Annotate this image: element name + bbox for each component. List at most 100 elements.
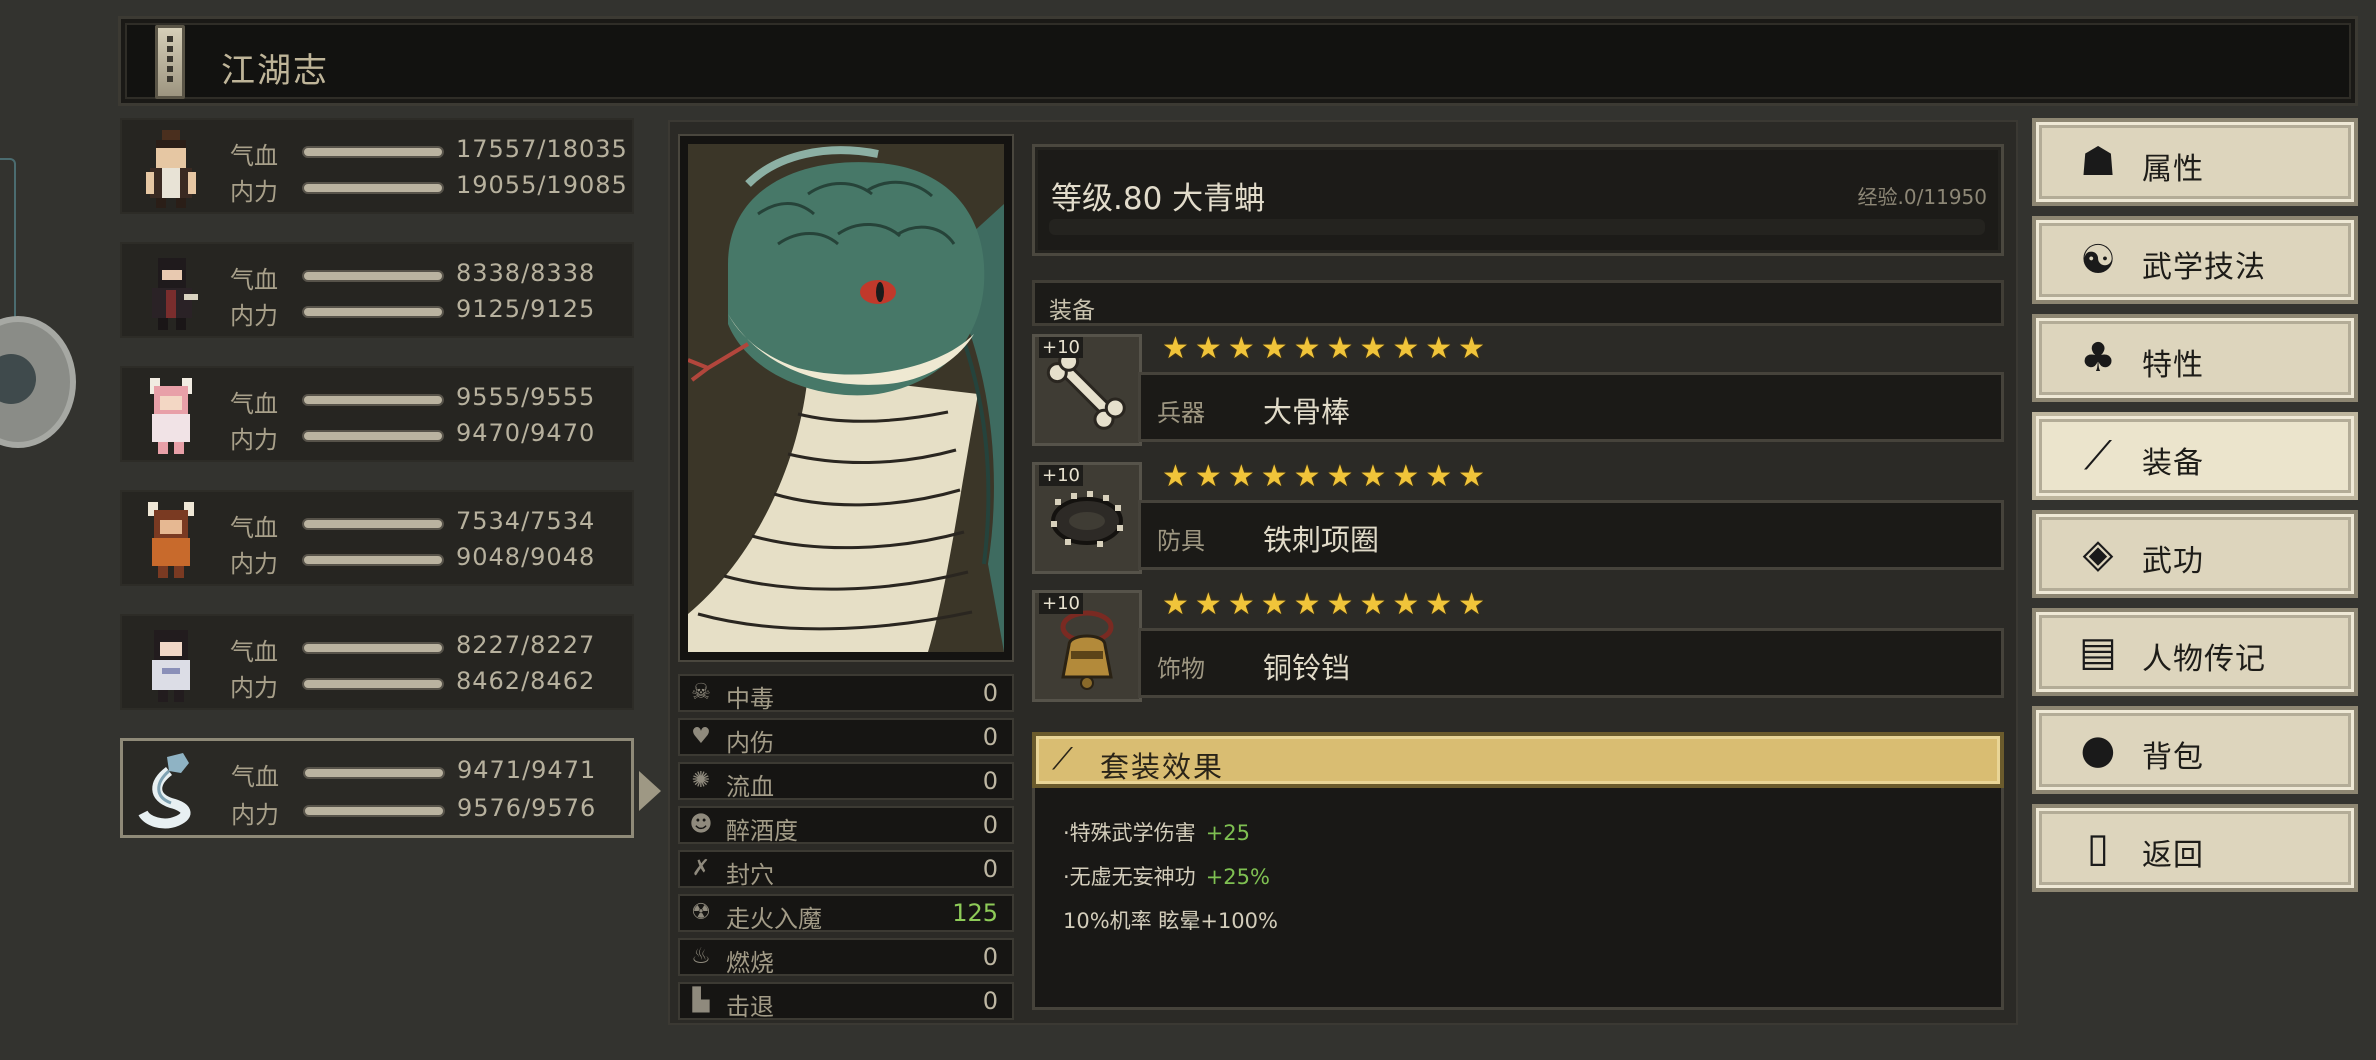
bronze-bell-icon[interactable]: +10: [1032, 590, 1142, 702]
window-title: 江湖志: [221, 51, 329, 91]
menu-martial-arts-button[interactable]: ☯ 武学技法: [2032, 216, 2358, 304]
door-icon: ▯: [2086, 825, 2109, 871]
party-member[interactable]: 气血 17557/18035 内力 19055/19085: [120, 118, 634, 214]
equipment-slot-accessory[interactable]: +10 ★ ★ ★ ★ ★ ★ ★ ★ ★ ★ 饰物 铜铃铛: [1032, 590, 2004, 710]
item-namebar[interactable]: 防具 铁刺项圈: [1138, 500, 2004, 570]
enhance-level: +10: [1039, 465, 1083, 486]
party-member[interactable]: 气血 7534/7534 内力 9048/9048: [120, 490, 634, 586]
star-icon: ★: [1162, 331, 1189, 366]
edge-decoration: [0, 158, 16, 328]
party-member-selected[interactable]: 气血 9471/9471 内力 9576/9576: [120, 738, 661, 838]
hp-bar: [303, 767, 445, 779]
status-name: 燃烧: [726, 949, 774, 977]
hp-stat: 气血 8338/8338: [230, 259, 630, 294]
exp-bar: [1049, 219, 1985, 235]
status-value: 0: [982, 987, 998, 1015]
status-value: 0: [982, 943, 998, 971]
star-icon: ★: [1293, 587, 1321, 622]
mp-stat: 内力 9470/9470: [230, 419, 630, 454]
enhance-level: +10: [1039, 593, 1083, 614]
mp-label: 内力: [230, 302, 278, 330]
item-namebar[interactable]: 兵器 大骨棒: [1138, 372, 2004, 442]
status-name: 醉酒度: [726, 817, 798, 845]
hp-label: 气血: [230, 266, 278, 294]
star-icon: ★: [1326, 331, 1354, 366]
mp-label: 内力: [231, 801, 279, 829]
set-effect-panel: ⟋ 套装效果 ·特殊武学伤害 +25 ·无虚无妄神功 +25% 10%机率 眩晕+1…: [1032, 732, 2004, 1010]
hp-label: 气血: [230, 638, 278, 666]
star-icon: ★: [1458, 459, 1486, 494]
mp-value: 8462/8462: [456, 667, 596, 695]
status-name: 走火入魔: [726, 905, 822, 933]
hp-bar: [302, 394, 444, 406]
hp-label: 气血: [230, 514, 278, 542]
gamepad-icon[interactable]: [0, 316, 76, 448]
status-row: ☢ 走火入魔 125: [678, 894, 1014, 933]
mp-bar: [303, 805, 445, 817]
mp-value: 19055/19085: [456, 171, 628, 199]
status-value: 125: [952, 899, 998, 927]
menu-attributes-button[interactable]: ☗ 属性: [2032, 118, 2358, 206]
mp-stat: 内力 9048/9048: [230, 543, 630, 578]
spiked-collar-icon[interactable]: +10: [1032, 462, 1142, 574]
star-icon: ★: [1458, 331, 1486, 366]
menu-traits-button[interactable]: ♣ 特性: [2032, 314, 2358, 402]
knockback-icon: ▙: [692, 988, 710, 1013]
mp-value: 9125/9125: [456, 295, 596, 323]
level-header: 等级.80 大青蚺 经验.0/11950: [1032, 144, 2004, 256]
party-member[interactable]: 气血 8338/8338 内力 9125/9125: [120, 242, 634, 338]
hp-value: 8338/8338: [456, 259, 596, 287]
star-icon: ★: [1162, 587, 1189, 622]
star-icon: ★: [1260, 331, 1288, 366]
status-value: 0: [982, 723, 998, 751]
mp-bar: [302, 182, 444, 194]
status-row: ✺ 流血 0: [678, 762, 1014, 801]
menu-label: 返回: [2142, 838, 2204, 873]
hp-stat: 气血 7534/7534: [230, 507, 630, 542]
avatar: [152, 630, 190, 702]
bone-club-icon[interactable]: +10: [1032, 334, 1142, 446]
status-value: 0: [982, 767, 998, 795]
menu-label: 特性: [2142, 348, 2204, 383]
set-effect-title: 套装效果: [1100, 750, 1225, 784]
equipment-slot-weapon[interactable]: +10 ★ ★ ★ ★ ★ ★ ★ ★ ★ ★ 兵器 大骨棒: [1032, 334, 2004, 454]
menu-label: 属性: [2142, 152, 2204, 187]
status-value: 0: [982, 855, 998, 883]
equipment-header-label: 装备: [1049, 298, 1095, 324]
equipment-slot-armor[interactable]: +10 ★ ★ ★ ★ ★ ★ ★ ★ ★ ★ 防具 铁刺项圈: [1032, 462, 2004, 582]
demon-icon: ☢: [691, 900, 711, 925]
menu-kungfu-button[interactable]: ◈ 武功: [2032, 510, 2358, 598]
portrait-frame: [678, 134, 1014, 662]
mp-stat: 内力 19055/19085: [230, 171, 630, 206]
selection-arrow-icon: [639, 771, 661, 811]
hp-stat: 气血 8227/8227: [230, 631, 630, 666]
menu-biography-button[interactable]: ▤ 人物传记: [2032, 608, 2358, 696]
set-effect-text: 10%机率 眩晕+100%: [1063, 909, 1278, 933]
status-name: 中毒: [726, 685, 774, 713]
item-name: 铁刺项圈: [1263, 523, 1380, 557]
hp-label: 气血: [230, 390, 278, 418]
mp-bar: [302, 306, 444, 318]
avatar: [148, 502, 194, 578]
fire-icon: ♨: [691, 944, 711, 969]
mp-label: 内力: [230, 178, 278, 206]
hp-bar: [302, 642, 444, 654]
hp-value: 8227/8227: [456, 631, 596, 659]
menu-bag-button[interactable]: ● 背包: [2032, 706, 2358, 794]
attributes-icon: ☗: [2080, 139, 2116, 185]
party-member[interactable]: 气血 9555/9555 内力 9470/9470: [120, 366, 634, 462]
set-effect-line: 10%机率 眩晕+100%: [1063, 905, 1278, 935]
avatar: [146, 130, 196, 208]
set-effect-bonus: +25%: [1205, 865, 1270, 889]
party-member[interactable]: 气血 8227/8227 内力 8462/8462: [120, 614, 634, 710]
menu-equipment-button[interactable]: ⟋ 装备: [2032, 412, 2358, 500]
star-rating: ★ ★ ★ ★ ★ ★ ★ ★ ★ ★: [1162, 334, 1485, 366]
item-name: 铜铃铛: [1263, 651, 1351, 685]
character-panel: ☠ 中毒 0 ♥ 内伤 0 ✺ 流血 0 ☻ 醉酒度 0 ✗ 封穴 0 ☢ 走火…: [668, 120, 2018, 1025]
star-icon: ★: [1293, 459, 1321, 494]
item-namebar[interactable]: 饰物 铜铃铛: [1138, 628, 2004, 698]
menu-back-button[interactable]: ▯ 返回: [2032, 804, 2358, 892]
avatar: [150, 378, 192, 454]
star-icon: ★: [1260, 459, 1288, 494]
mp-bar: [302, 554, 444, 566]
